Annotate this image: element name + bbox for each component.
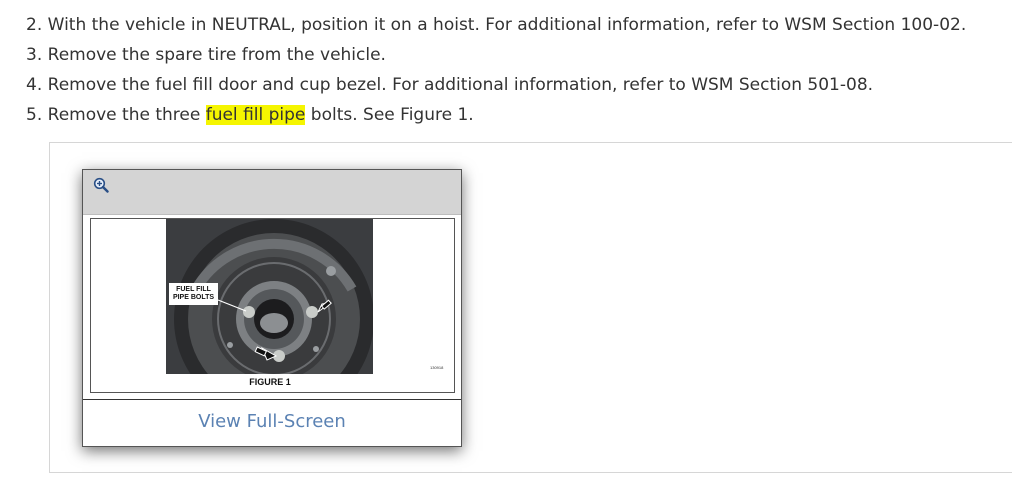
figure-caption: FIGURE 1 bbox=[249, 377, 291, 387]
step-text: Remove the three bbox=[47, 105, 201, 125]
procedure-steps: 2. With the vehicle in NEUTRAL, position… bbox=[26, 10, 966, 130]
figure-code: 130918 bbox=[430, 365, 444, 370]
callout-line: PIPE BOLTS bbox=[172, 294, 215, 301]
fuel-fill-photo: FUEL FILL PIPE BOLTS bbox=[166, 219, 373, 374]
callout-line: FUEL FILL bbox=[176, 286, 211, 293]
figure-callout: FUEL FILL PIPE BOLTS bbox=[169, 283, 218, 305]
step-number: 2. bbox=[26, 15, 43, 35]
step-number: 4. bbox=[26, 75, 43, 95]
step-4: 4. Remove the fuel fill door and cup bez… bbox=[26, 70, 966, 100]
step-2: 2. With the vehicle in NEUTRAL, position… bbox=[26, 10, 966, 40]
view-full-screen-link[interactable]: View Full-Screen bbox=[83, 411, 461, 432]
step-5: 5. Remove the three fuel fill pipe bolts… bbox=[26, 100, 966, 130]
step-number: 3. bbox=[26, 45, 43, 65]
figure-card: FUEL FILL PIPE BOLTS 130918 FIGURE 1 Vie… bbox=[82, 169, 462, 447]
step-text: bolts. See Figure 1. bbox=[310, 105, 474, 125]
step-number: 5. bbox=[26, 105, 43, 125]
step-text: With the vehicle in NEUTRAL, position it… bbox=[47, 15, 967, 35]
figure-toolbar bbox=[83, 170, 461, 215]
step-3: 3. Remove the spare tire from the vehicl… bbox=[26, 40, 966, 70]
zoom-in-icon[interactable] bbox=[93, 177, 109, 193]
step-text: Remove the spare tire from the vehicle. bbox=[47, 45, 386, 65]
search-highlight: fuel fill pipe bbox=[205, 105, 306, 125]
step-text: Remove the fuel fill door and cup bezel.… bbox=[47, 75, 874, 95]
divider bbox=[83, 399, 461, 400]
figure-frame[interactable]: FUEL FILL PIPE BOLTS 130918 FIGURE 1 bbox=[90, 218, 455, 393]
